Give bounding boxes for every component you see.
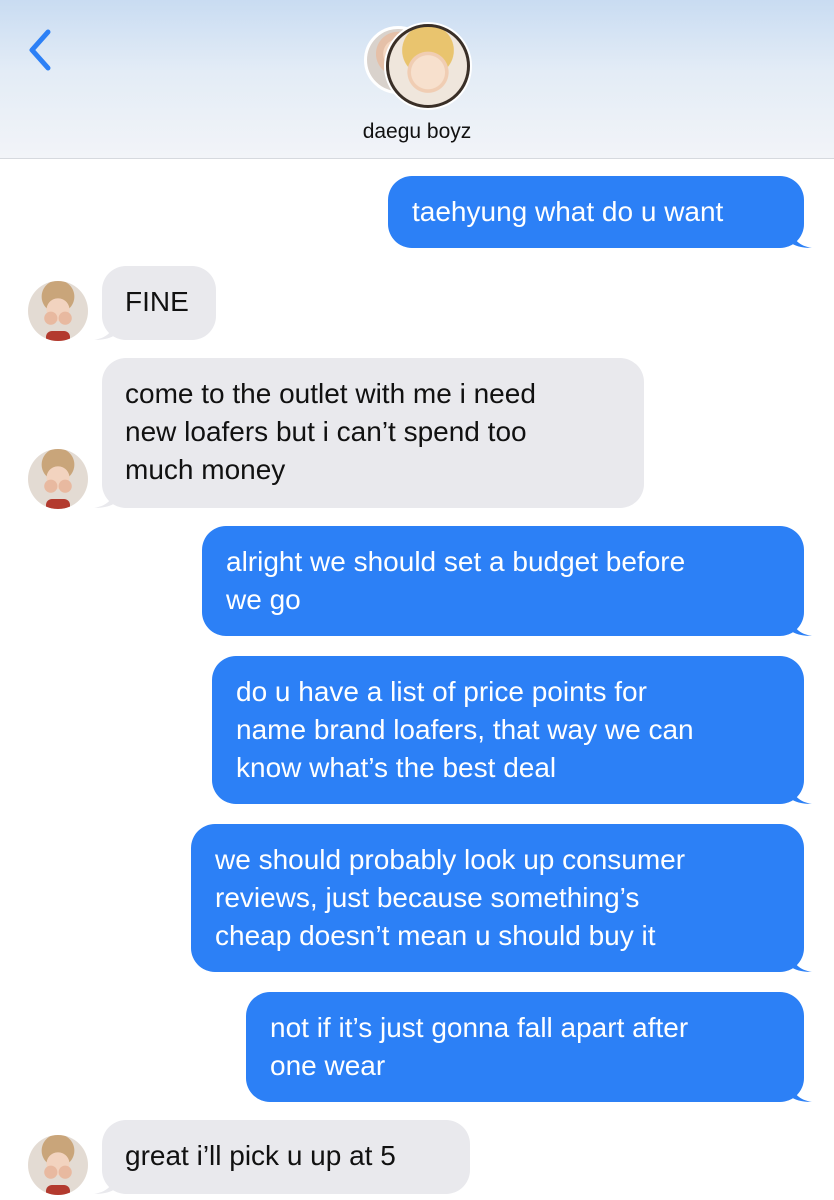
message-text: cheap doesn’t mean u should buy it [215,920,656,951]
bubble-tail [94,1172,116,1194]
bubble-tail [790,226,812,248]
message-bubble-incoming[interactable]: great i’ll pick u up at 5 [94,1120,470,1194]
group-member-avatar [386,24,470,108]
chevron-left-icon [29,29,51,71]
message-text: we go [226,584,301,615]
message-text: know what’s the best deal [236,752,557,783]
message-text: not if it’s just gonna fall apart after [270,1012,689,1043]
message-text: taehyung what do u want [412,196,724,227]
message-text: alright we should set a budget before [226,546,686,577]
bubble-tail [790,950,812,972]
message-bubble-incoming[interactable]: come to the outlet with me i need new lo… [94,358,644,508]
message-bubble-incoming[interactable]: FINE [94,266,216,340]
message-text: great i’ll pick u up at 5 [125,1140,396,1171]
message-text: we should probably look up consumer [215,844,686,875]
message-bubble-outgoing[interactable]: not if it’s just gonna fall apart after … [246,992,812,1102]
bubble-tail [94,318,116,340]
back-button[interactable] [22,26,62,74]
sender-avatar[interactable] [28,281,88,341]
bubble-tail [790,614,812,636]
bubble-tail [790,782,812,804]
bubble-tail [94,486,116,508]
message-text: do u have a list of price points for [236,676,647,707]
message-text: FINE [125,286,189,317]
message-text: much money [125,454,286,485]
message-text: reviews, just because something’s [215,882,640,913]
message-bubble-outgoing[interactable]: taehyung what do u want [388,176,812,248]
message-text: new loafers but i can’t spend too [125,416,527,447]
conversation-header: daegu boyz [0,0,834,159]
group-avatar[interactable] [364,22,474,108]
messages-screen: daegu boyz taehyung what do u want FINE … [0,0,834,1200]
bubble-tail [790,1080,812,1102]
message-text: one wear [270,1050,386,1081]
message-bubble-outgoing[interactable]: we should probably look up consumer revi… [191,824,812,972]
chat-title[interactable]: daegu boyz [0,120,834,144]
message-bubble-outgoing[interactable]: do u have a list of price points for nam… [212,656,812,804]
message-text: come to the outlet with me i need [125,378,536,409]
sender-avatar[interactable] [28,1135,88,1195]
message-text: name brand loafers, that way we can [236,714,694,745]
message-bubble-outgoing[interactable]: alright we should set a budget before we… [202,526,812,636]
sender-avatar[interactable] [28,449,88,509]
